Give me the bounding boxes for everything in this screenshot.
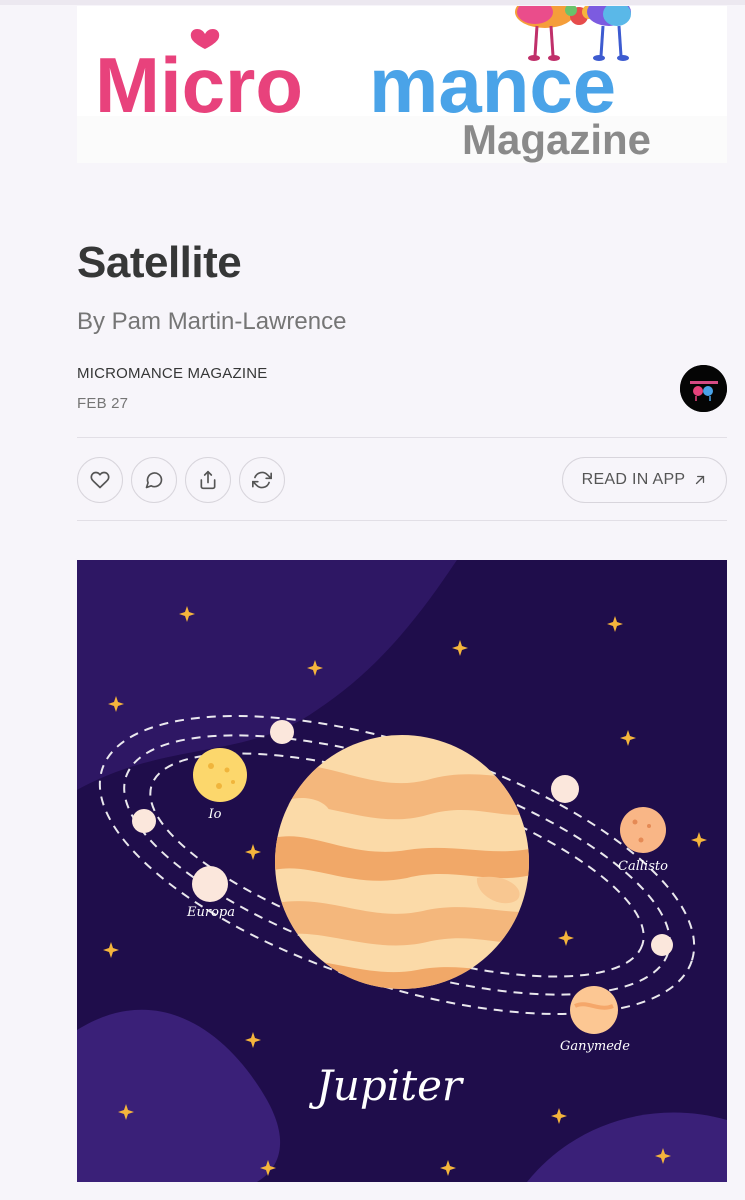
top-strip <box>0 0 745 5</box>
bottom-strip <box>0 1188 745 1200</box>
heart-icon <box>90 471 110 489</box>
moon-label-io: Io <box>208 807 222 822</box>
moon-label-ganymede: Ganymede <box>560 1039 630 1054</box>
publication-banner[interactable]: Micro mance Magazine <box>77 6 727 163</box>
comment-icon <box>145 472 163 489</box>
share-icon <box>200 470 216 490</box>
planet-label: Jupiter <box>308 1061 465 1110</box>
post-title: Satellite <box>77 238 242 287</box>
hero-image[interactable]: Io Europa Callisto Ganymede Jupiter <box>77 560 727 1182</box>
divider-top <box>77 437 727 438</box>
post-date: FEB 27 <box>77 395 129 412</box>
comment-button[interactable] <box>131 457 177 503</box>
share-button[interactable] <box>185 457 231 503</box>
arrow-up-right-icon <box>696 475 705 485</box>
micromance-logo: Micro mance Magazine <box>77 6 727 163</box>
publication-avatar[interactable] <box>680 365 727 412</box>
like-button[interactable] <box>77 457 123 503</box>
avatar-logo-icon <box>680 365 727 412</box>
read-in-app-label: READ IN APP <box>581 471 686 488</box>
logo-sub: Magazine <box>462 116 651 163</box>
divider-bottom <box>77 520 727 521</box>
jupiter-illustration: Io Europa Callisto Ganymede Jupiter <box>77 560 727 1182</box>
restack-button[interactable] <box>239 457 285 503</box>
read-in-app-button[interactable]: READ IN APP <box>562 457 727 503</box>
logo-word-part1: Micro <box>95 41 303 129</box>
restack-icon <box>252 471 272 489</box>
moon-label-callisto: Callisto <box>618 859 668 874</box>
moon-label-europa: Europa <box>186 905 235 920</box>
post-subtitle: By Pam Martin-Lawrence <box>77 308 347 335</box>
publication-name[interactable]: MICROMANCE MAGAZINE <box>77 365 267 382</box>
